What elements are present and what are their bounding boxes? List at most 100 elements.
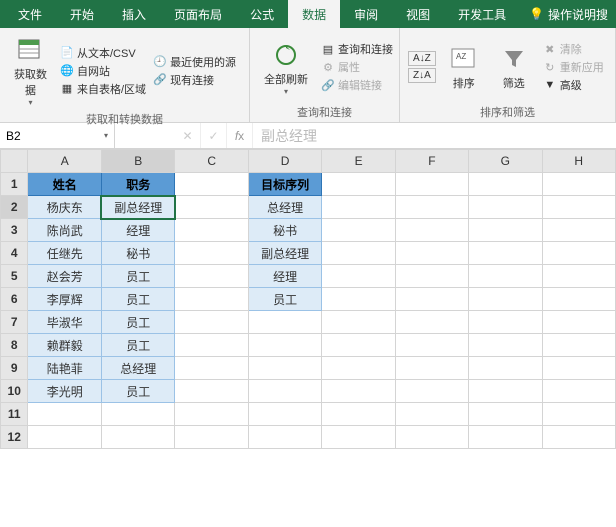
cell-C7[interactable] xyxy=(175,311,248,334)
cell-D1[interactable]: 目标序列 xyxy=(248,173,322,196)
cell-B4[interactable]: 秘书 xyxy=(101,242,175,265)
refresh-all-button[interactable]: 全部刷新 ▾ xyxy=(258,32,314,102)
cell-C4[interactable] xyxy=(175,242,248,265)
col-header-G[interactable]: G xyxy=(469,150,542,173)
enter-button[interactable]: ✓ xyxy=(201,123,227,148)
cell-G4[interactable] xyxy=(469,242,542,265)
from-table-button[interactable]: ▦来自表格/区域 xyxy=(59,81,146,97)
cell-G6[interactable] xyxy=(469,288,542,311)
cell-D10[interactable] xyxy=(248,380,322,403)
cell-F5[interactable] xyxy=(395,265,468,288)
cell-F4[interactable] xyxy=(395,242,468,265)
cell-G7[interactable] xyxy=(469,311,542,334)
edit-links-button[interactable]: 🔗编辑链接 xyxy=(320,77,393,93)
cell-E11[interactable] xyxy=(322,403,395,426)
tab-layout[interactable]: 页面布局 xyxy=(160,0,236,29)
cell-A6[interactable]: 李厚辉 xyxy=(28,288,102,311)
cell-A3[interactable]: 陈尚武 xyxy=(28,219,102,242)
col-header-A[interactable]: A xyxy=(28,150,102,173)
cell-E10[interactable] xyxy=(322,380,395,403)
cell-C10[interactable] xyxy=(175,380,248,403)
cell-A9[interactable]: 陆艳菲 xyxy=(28,357,102,380)
tab-insert[interactable]: 插入 xyxy=(108,0,160,29)
cell-C2[interactable] xyxy=(175,196,248,219)
chevron-down-icon[interactable]: ▾ xyxy=(104,131,108,140)
col-header-B[interactable]: B xyxy=(101,150,175,173)
cell-E5[interactable] xyxy=(322,265,395,288)
cell-G8[interactable] xyxy=(469,334,542,357)
cell-B5[interactable]: 员工 xyxy=(101,265,175,288)
cell-G2[interactable] xyxy=(469,196,542,219)
cell-E8[interactable] xyxy=(322,334,395,357)
cell-G11[interactable] xyxy=(469,403,542,426)
cell-G9[interactable] xyxy=(469,357,542,380)
col-header-F[interactable]: F xyxy=(395,150,468,173)
cell-E3[interactable] xyxy=(322,219,395,242)
cell-G5[interactable] xyxy=(469,265,542,288)
cell-A4[interactable]: 任继先 xyxy=(28,242,102,265)
recent-sources-button[interactable]: 🕘最近使用的源 xyxy=(152,54,236,70)
cell-E1[interactable] xyxy=(322,173,395,196)
row-header-6[interactable]: 6 xyxy=(1,288,28,311)
cell-F3[interactable] xyxy=(395,219,468,242)
name-box-input[interactable] xyxy=(6,129,76,143)
tab-data[interactable]: 数据 xyxy=(288,0,340,29)
row-header-9[interactable]: 9 xyxy=(1,357,28,380)
existing-conn-button[interactable]: 🔗现有连接 xyxy=(152,72,236,88)
cell-D6[interactable]: 员工 xyxy=(248,288,322,311)
cell-H9[interactable] xyxy=(542,357,615,380)
cell-A7[interactable]: 毕淑华 xyxy=(28,311,102,334)
row-header-7[interactable]: 7 xyxy=(1,311,28,334)
cell-H11[interactable] xyxy=(542,403,615,426)
cell-D3[interactable]: 秘书 xyxy=(248,219,322,242)
cell-H7[interactable] xyxy=(542,311,615,334)
cell-D7[interactable] xyxy=(248,311,322,334)
cell-H3[interactable] xyxy=(542,219,615,242)
cell-B7[interactable]: 员工 xyxy=(101,311,175,334)
cell-F8[interactable] xyxy=(395,334,468,357)
cell-B8[interactable]: 员工 xyxy=(101,334,175,357)
cell-D8[interactable] xyxy=(248,334,322,357)
tab-review[interactable]: 审阅 xyxy=(340,0,392,29)
row-header-11[interactable]: 11 xyxy=(1,403,28,426)
row-header-4[interactable]: 4 xyxy=(1,242,28,265)
cell-G3[interactable] xyxy=(469,219,542,242)
row-header-8[interactable]: 8 xyxy=(1,334,28,357)
cell-G1[interactable] xyxy=(469,173,542,196)
row-header-2[interactable]: 2 xyxy=(1,196,28,219)
cell-C5[interactable] xyxy=(175,265,248,288)
row-header-1[interactable]: 1 xyxy=(1,173,28,196)
reapply-button[interactable]: ↻重新应用 xyxy=(542,59,604,75)
cell-H10[interactable] xyxy=(542,380,615,403)
cell-A1[interactable]: 姓名 xyxy=(28,173,102,196)
cell-H8[interactable] xyxy=(542,334,615,357)
row-header-10[interactable]: 10 xyxy=(1,380,28,403)
cell-A5[interactable]: 赵会芳 xyxy=(28,265,102,288)
tab-formulas[interactable]: 公式 xyxy=(236,0,288,29)
cell-C3[interactable] xyxy=(175,219,248,242)
cell-B6[interactable]: 员工 xyxy=(101,288,175,311)
sort-button[interactable]: AZ 排序 xyxy=(442,32,486,102)
col-header-D[interactable]: D xyxy=(248,150,322,173)
cell-E7[interactable] xyxy=(322,311,395,334)
cell-F7[interactable] xyxy=(395,311,468,334)
cell-D5[interactable]: 经理 xyxy=(248,265,322,288)
cell-B1[interactable]: 职务 xyxy=(101,173,175,196)
cell-E9[interactable] xyxy=(322,357,395,380)
cell-F10[interactable] xyxy=(395,380,468,403)
tab-file[interactable]: 文件 xyxy=(4,0,56,29)
cell-F6[interactable] xyxy=(395,288,468,311)
cell-B2[interactable]: 副总经理 xyxy=(101,196,175,219)
tab-home[interactable]: 开始 xyxy=(56,0,108,29)
cell-C12[interactable] xyxy=(175,426,248,449)
properties-button[interactable]: ⚙属性 xyxy=(320,59,393,75)
cell-C6[interactable] xyxy=(175,288,248,311)
from-csv-button[interactable]: 📄从文本/CSV xyxy=(59,45,146,61)
cell-F12[interactable] xyxy=(395,426,468,449)
cell-H12[interactable] xyxy=(542,426,615,449)
cell-D11[interactable] xyxy=(248,403,322,426)
cell-A10[interactable]: 李光明 xyxy=(28,380,102,403)
grid[interactable]: ABCDEFGH1姓名职务目标序列2杨庆东副总经理总经理3陈尚武经理秘书4任继先… xyxy=(0,149,616,527)
cell-B9[interactable]: 总经理 xyxy=(101,357,175,380)
cell-D12[interactable] xyxy=(248,426,322,449)
